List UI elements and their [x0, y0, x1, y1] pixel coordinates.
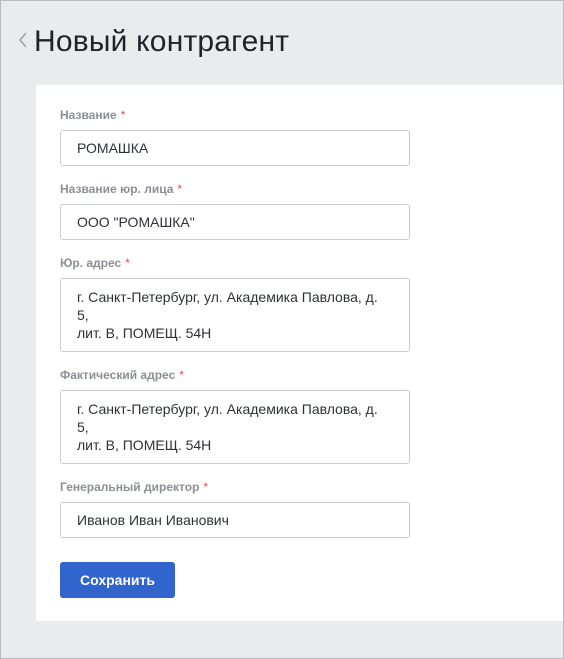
required-mark: * — [125, 256, 130, 270]
actual-address-field-group: Фактический адрес * г. Санкт-Петербург, у… — [60, 368, 410, 464]
required-mark: * — [120, 108, 126, 122]
general-director-label: Генеральный директор * — [60, 480, 209, 494]
legal-address-field-group: Юр. адрес * г. Санкт-Петербург, ул. Акаде… — [60, 256, 410, 352]
legal-name-label: Название юр. лица * — [60, 182, 183, 196]
general-director-input[interactable]: Иванов Иван Иванович — [60, 502, 410, 538]
name-label: Название * — [60, 108, 126, 122]
legal-address-label: Юр. адрес * — [60, 256, 130, 270]
name-field-group: Название * РОМАШКА — [60, 108, 410, 166]
save-button[interactable]: Сохранить — [60, 562, 175, 598]
legal-name-input[interactable]: ООО "РОМАШКА" — [60, 204, 410, 240]
general-director-field-group: Генеральный директор * Иванов Иван Иванов… — [60, 480, 410, 538]
page-title: Новый контрагент — [34, 25, 290, 58]
actual-address-textarea[interactable]: г. Санкт-Петербург, ул. Академика Павлов… — [60, 390, 410, 464]
required-mark: * — [177, 182, 183, 196]
required-mark: * — [179, 368, 184, 382]
required-mark: * — [203, 480, 209, 494]
legal-name-field-group: Название юр. лица * ООО "РОМАШКА" — [60, 182, 410, 240]
chevron-left-icon[interactable] — [16, 30, 30, 50]
name-input[interactable]: РОМАШКА — [60, 130, 410, 166]
actual-address-label: Фактический адрес * — [60, 368, 184, 382]
counterparty-form-card: Название * РОМАШКА Название юр. лица * ООО… — [36, 85, 563, 621]
legal-address-textarea[interactable]: г. Санкт-Петербург, ул. Академика Павлов… — [60, 278, 410, 352]
page-header: Новый контрагент — [1, 1, 563, 85]
